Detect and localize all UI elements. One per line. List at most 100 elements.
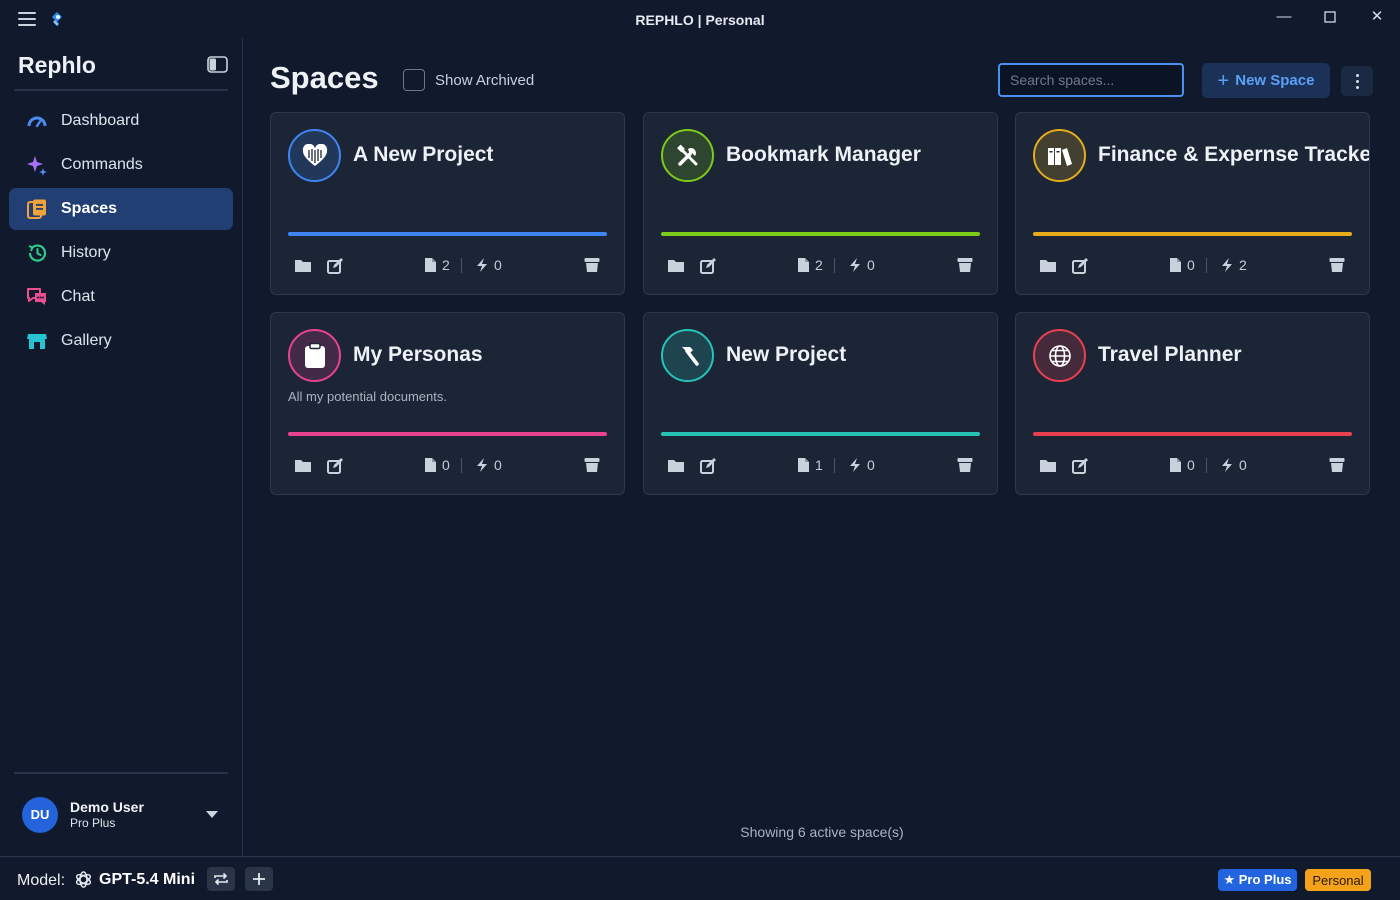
- open-folder-icon[interactable]: [667, 455, 685, 475]
- file-icon: [424, 255, 437, 275]
- archive-icon[interactable]: [584, 455, 600, 475]
- file-icon: [797, 255, 810, 275]
- space-color-bar: [661, 232, 980, 236]
- openai-icon: [75, 871, 92, 888]
- user-plan: Pro Plus: [70, 816, 116, 830]
- open-folder-icon[interactable]: [1039, 455, 1057, 475]
- close-icon[interactable]: ✕: [1362, 6, 1392, 28]
- tools-icon: [661, 129, 714, 182]
- model-name[interactable]: GPT-5.4 Mini: [99, 871, 195, 889]
- sidebar-item-dashboard[interactable]: Dashboard: [9, 100, 233, 142]
- file-count: 0: [1187, 457, 1195, 473]
- sparkle-icon: [26, 154, 48, 176]
- window-title: REPHLO | Personal: [635, 12, 765, 28]
- file-count: 1: [815, 457, 823, 473]
- space-card-footer: 2 0: [271, 255, 624, 275]
- bolt-icon: [848, 455, 862, 475]
- title-bar: REPHLO | Personal — ✕: [0, 0, 1400, 38]
- file-count: 0: [442, 457, 450, 473]
- space-card[interactable]: Travel Planner 0 0: [1015, 312, 1370, 495]
- sidebar-item-commands[interactable]: Commands: [9, 144, 233, 186]
- space-card[interactable]: New Project 1 0: [643, 312, 998, 495]
- edit-icon[interactable]: [1072, 455, 1089, 475]
- show-archived-label: Show Archived: [435, 71, 535, 89]
- space-color-bar: [1033, 432, 1352, 436]
- new-space-button[interactable]: + New Space: [1202, 63, 1330, 98]
- space-color-bar: [288, 232, 607, 236]
- space-description: All my potential documents.: [288, 389, 447, 404]
- command-count: 2: [1239, 257, 1247, 273]
- sidebar-nav: Dashboard Commands Spaces History Chat G…: [9, 100, 233, 364]
- search-input[interactable]: [998, 63, 1184, 97]
- sidebar: Rephlo Dashboard Commands Spaces History…: [0, 38, 243, 856]
- minimize-icon[interactable]: —: [1269, 6, 1299, 28]
- edit-icon[interactable]: [700, 455, 717, 475]
- more-options-icon[interactable]: [1341, 66, 1373, 96]
- file-icon: [797, 455, 810, 475]
- chat-icon: [26, 286, 48, 308]
- archive-icon[interactable]: [1329, 455, 1345, 475]
- maximize-icon[interactable]: [1315, 6, 1345, 28]
- model-label: Model:: [17, 872, 66, 889]
- main-content: Spaces Show Archived + New Space A New P…: [244, 38, 1400, 856]
- file-icon: [1169, 455, 1182, 475]
- open-folder-icon[interactable]: [667, 255, 685, 275]
- footer-divider: [834, 458, 835, 473]
- sidebar-item-spaces[interactable]: Spaces: [9, 188, 233, 230]
- archive-icon[interactable]: [1329, 255, 1345, 275]
- space-title: New Project: [726, 343, 847, 366]
- bolt-icon: [475, 455, 489, 475]
- chevron-down-icon[interactable]: [206, 811, 218, 818]
- sidebar-divider: [14, 89, 228, 91]
- history-icon: [26, 242, 48, 264]
- space-card-footer: 2 0: [644, 255, 997, 275]
- plus-icon: +: [1217, 69, 1230, 92]
- hammer-icon: [661, 329, 714, 382]
- space-card[interactable]: Bookmark Manager 2 0: [643, 112, 998, 295]
- space-card-footer: 0 0: [1016, 455, 1369, 475]
- edit-icon[interactable]: [700, 255, 717, 275]
- file-count: 0: [1187, 257, 1195, 273]
- sidebar-divider: [14, 772, 228, 774]
- add-button[interactable]: [245, 867, 273, 891]
- sidebar-item-label: Chat: [61, 288, 95, 305]
- show-archived-toggle[interactable]: Show Archived: [403, 69, 534, 91]
- sidebar-item-chat[interactable]: Chat: [9, 276, 233, 318]
- space-title: Travel Planner: [1098, 343, 1242, 366]
- edit-icon[interactable]: [1072, 255, 1089, 275]
- command-count: 0: [867, 457, 875, 473]
- space-title: Bookmark Manager: [726, 143, 921, 166]
- open-folder-icon[interactable]: [294, 455, 312, 475]
- space-color-bar: [288, 432, 607, 436]
- space-card-footer: 1 0: [644, 455, 997, 475]
- command-count: 0: [867, 257, 875, 273]
- user-name: Demo User: [70, 799, 144, 815]
- bolt-icon: [1220, 455, 1234, 475]
- tier-badge: ★ Pro Plus: [1218, 869, 1297, 891]
- plus-icon: [253, 873, 265, 885]
- open-folder-icon[interactable]: [1039, 255, 1057, 275]
- sidebar-item-history[interactable]: History: [9, 232, 233, 274]
- space-color-bar: [661, 432, 980, 436]
- sidebar-toggle-icon[interactable]: [207, 56, 228, 73]
- space-card[interactable]: A New Project 2 0: [270, 112, 625, 295]
- show-archived-checkbox[interactable]: [403, 69, 425, 91]
- sidebar-item-gallery[interactable]: Gallery: [9, 320, 233, 362]
- archive-icon[interactable]: [957, 255, 973, 275]
- archive-icon[interactable]: [957, 455, 973, 475]
- edit-icon[interactable]: [327, 255, 344, 275]
- space-card[interactable]: My Personas All my potential documents. …: [270, 312, 625, 495]
- space-card[interactable]: Finance & Expernse Tracker 0 2: [1015, 112, 1370, 295]
- store-icon: [26, 330, 48, 352]
- space-title: Finance & Expernse Tracker: [1098, 143, 1370, 166]
- edit-icon[interactable]: [327, 455, 344, 475]
- footer-divider: [834, 258, 835, 273]
- open-folder-icon[interactable]: [294, 255, 312, 275]
- archive-icon[interactable]: [584, 255, 600, 275]
- space-card-footer: 0 0: [271, 455, 624, 475]
- sidebar-item-label: Commands: [61, 156, 143, 173]
- profile-badge: Personal: [1305, 869, 1371, 891]
- command-count: 0: [494, 457, 502, 473]
- user-menu[interactable]: DU Demo User Pro Plus: [22, 797, 230, 833]
- switch-model-button[interactable]: [207, 867, 235, 891]
